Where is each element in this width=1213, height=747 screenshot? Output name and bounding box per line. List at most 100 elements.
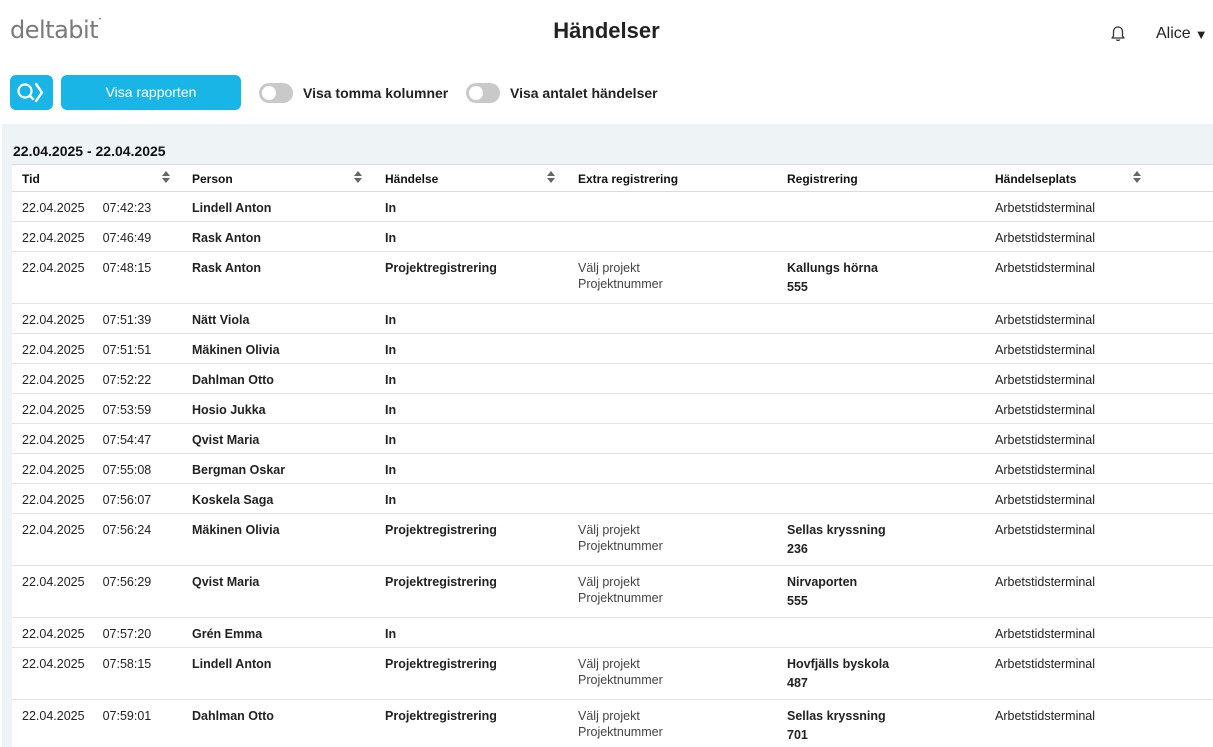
cell-place: Arbetstidsterminal — [984, 191, 1213, 222]
cell-place: Arbetstidsterminal — [984, 363, 1213, 394]
cell-place: Arbetstidsterminal — [984, 393, 1213, 424]
cell-person: Dahlman Otto — [182, 363, 375, 394]
registration-line-2: 555 — [787, 280, 808, 294]
cell-event: In — [375, 393, 568, 424]
cell-time: 22.04.2025 07:58:15 — [12, 647, 182, 700]
column-header-event[interactable]: Händelse — [375, 164, 568, 192]
cell-registration — [776, 617, 984, 648]
table-row[interactable]: 22.04.2025 07:54:47 Qvist Maria In Arbetstid… — [12, 423, 1213, 454]
cell-registration: Kallungs hörna 555 — [776, 251, 984, 304]
column-header-person[interactable]: Person — [182, 164, 375, 192]
user-name: Alice — [1156, 25, 1191, 42]
sort-icon[interactable] — [1133, 171, 1141, 183]
cell-event: In — [375, 303, 568, 334]
cell-registration: Sellas kryssning 701 — [776, 699, 984, 747]
sort-icon[interactable] — [547, 171, 555, 183]
column-header-extra[interactable]: Extra registrering — [568, 164, 776, 192]
cell-event: Projektregistrering — [375, 251, 568, 304]
cell-event: In — [375, 617, 568, 648]
cell-time: 22.04.2025 07:55:08 — [12, 453, 182, 484]
table-row[interactable]: 22.04.2025 07:56:07 Koskela Saga In Arbetsti… — [12, 483, 1213, 514]
cell-person: Qvist Maria — [182, 565, 375, 618]
registration-line-2: 555 — [787, 594, 808, 608]
cell-registration — [776, 423, 984, 454]
row-date: 22.04.2025 — [22, 627, 85, 641]
cell-extra — [568, 191, 776, 222]
cell-event: Projektregistrering — [375, 647, 568, 700]
registration-line-1: Nirvaporten — [787, 575, 858, 589]
cell-extra — [568, 333, 776, 364]
toggle-switch[interactable] — [466, 83, 500, 103]
show-report-button[interactable]: Visa rapporten — [61, 75, 241, 110]
row-time: 07:59:01 — [102, 709, 152, 723]
table-row[interactable]: 22.04.2025 07:48:15 Rask Anton Projektregis… — [12, 251, 1213, 304]
row-date: 22.04.2025 — [22, 403, 85, 417]
row-time: 07:48:15 — [102, 261, 152, 275]
table-row[interactable]: 22.04.2025 07:51:39 Nätt Viola In Arbetstids… — [12, 303, 1213, 334]
cell-time: 22.04.2025 07:59:01 — [12, 699, 182, 747]
table-row[interactable]: 22.04.2025 07:53:59 Hosio Jukka In Arbetstid… — [12, 393, 1213, 424]
table-row[interactable]: 22.04.2025 07:51:51 Mäkinen Olivia In Arbets… — [12, 333, 1213, 364]
table-row[interactable]: 22.04.2025 07:55:08 Bergman Oskar In Arbetst… — [12, 453, 1213, 484]
cell-extra — [568, 221, 776, 252]
row-date: 22.04.2025 — [22, 201, 85, 215]
column-header-registration[interactable]: Registrering — [776, 164, 984, 192]
cell-place: Arbetstidsterminal — [984, 565, 1213, 618]
cell-place: Arbetstidsterminal — [984, 453, 1213, 484]
cell-registration: Sellas kryssning 236 — [776, 513, 984, 566]
cell-place: Arbetstidsterminal — [984, 513, 1213, 566]
cell-person: Mäkinen Olivia — [182, 513, 375, 566]
table-row[interactable]: 22.04.2025 07:42:23 Lindell Anton In Arbetst… — [12, 191, 1213, 222]
user-menu[interactable]: Alice ▼ — [1156, 25, 1208, 43]
toggle-event-count-label: Visa antalet händelser — [510, 85, 658, 101]
search-button[interactable] — [10, 75, 53, 110]
toolbar: Visa rapporten Visa tomma kolumner Visa … — [0, 74, 1213, 112]
table-row[interactable]: 22.04.2025 07:52:22 Dahlman Otto In Arbetsti… — [12, 363, 1213, 394]
row-date: 22.04.2025 — [22, 523, 85, 537]
cell-person: Rask Anton — [182, 221, 375, 252]
row-time: 07:57:20 — [102, 627, 152, 641]
cell-event: In — [375, 453, 568, 484]
extra-line-2: Projektnummer — [578, 591, 663, 605]
cell-event: In — [375, 423, 568, 454]
cell-registration — [776, 333, 984, 364]
row-time: 07:52:22 — [102, 373, 152, 387]
cell-registration — [776, 303, 984, 334]
row-date: 22.04.2025 — [22, 709, 85, 723]
cell-person: Lindell Anton — [182, 647, 375, 700]
table-row[interactable]: 22.04.2025 07:57:20 Grén Emma In Arbetstidst… — [12, 617, 1213, 648]
toggle-event-count[interactable]: Visa antalet händelser — [466, 83, 658, 103]
cell-person: Hosio Jukka — [182, 393, 375, 424]
column-header-place[interactable]: Händelseplats — [984, 164, 1213, 192]
sort-icon[interactable] — [354, 171, 362, 183]
table-row[interactable]: 22.04.2025 07:59:01 Dahlman Otto Projektreg… — [12, 699, 1213, 747]
sort-icon[interactable] — [162, 171, 170, 183]
cell-extra — [568, 303, 776, 334]
cell-registration: Nirvaporten 555 — [776, 565, 984, 618]
table-row[interactable]: 22.04.2025 07:56:29 Qvist Maria Projektregi… — [12, 565, 1213, 618]
cell-event: In — [375, 221, 568, 252]
row-date: 22.04.2025 — [22, 373, 85, 387]
cell-extra — [568, 363, 776, 394]
bell-icon[interactable] — [1108, 24, 1128, 44]
cell-extra — [568, 483, 776, 514]
cell-extra: Välj projekt Projektnummer — [568, 513, 776, 566]
toggle-empty-columns[interactable]: Visa tomma kolumner — [259, 83, 448, 103]
row-time: 07:53:59 — [102, 403, 152, 417]
column-header-time[interactable]: Tid — [12, 164, 182, 192]
cell-registration: Hovfjälls byskola 487 — [776, 647, 984, 700]
table-row[interactable]: 22.04.2025 07:46:49 Rask Anton In Arbetstids… — [12, 221, 1213, 252]
table-row[interactable]: 22.04.2025 07:56:24 Mäkinen Olivia Projektr… — [12, 513, 1213, 566]
registration-line-1: Kallungs hörna — [787, 261, 878, 275]
cell-place: Arbetstidsterminal — [984, 699, 1213, 747]
table-row[interactable]: 22.04.2025 07:58:15 Lindell Anton Projektre… — [12, 647, 1213, 700]
toggle-switch[interactable] — [259, 83, 293, 103]
cell-time: 22.04.2025 07:56:29 — [12, 565, 182, 618]
row-time: 07:58:15 — [102, 657, 152, 671]
row-date: 22.04.2025 — [22, 433, 85, 447]
registration-line-2: 701 — [787, 728, 808, 742]
row-date: 22.04.2025 — [22, 313, 85, 327]
cell-extra: Välj projekt Projektnummer — [568, 251, 776, 304]
cell-time: 22.04.2025 07:52:22 — [12, 363, 182, 394]
cell-place: Arbetstidsterminal — [984, 647, 1213, 700]
